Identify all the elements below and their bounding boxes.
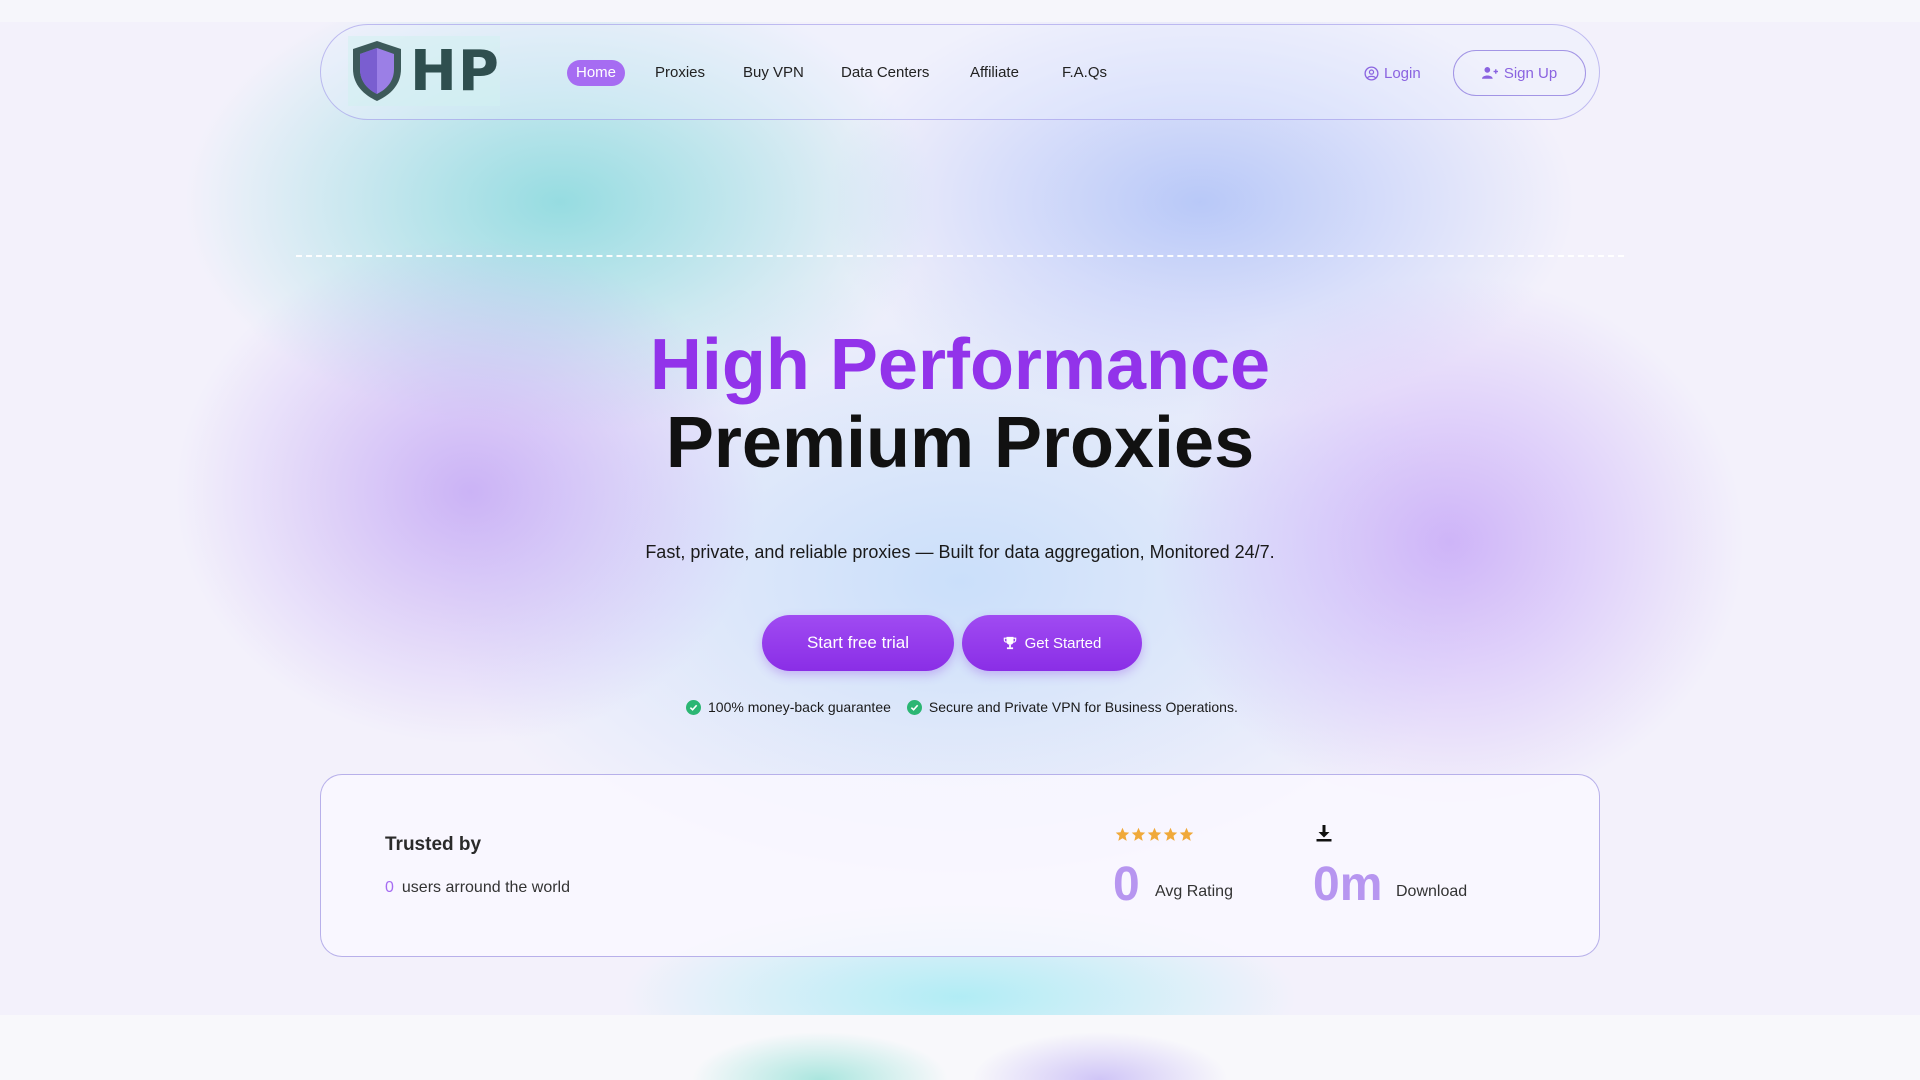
hero-title-line2: Premium Proxies [665,403,1255,483]
downloads-label: Download [1396,883,1468,900]
rating-label: Avg Rating [1155,883,1233,900]
star-icon [1163,827,1178,841]
nav-faqs[interactable]: F.A.Qs [1062,60,1107,86]
login-label: Login [1384,64,1421,82]
login-link[interactable]: Login [1364,61,1421,85]
guarantee-text: Secure and Private VPN for Business Oper… [928,699,1238,715]
hero-subtitle: Fast, private, and reliable proxies — Bu… [645,542,1275,562]
start-free-trial-label: Start free trial [806,633,910,652]
guarantee-item: 100% money-back guarantee [686,699,891,715]
guarantee-item: Secure and Private VPN for Business Oper… [906,699,1238,715]
star-icon [1115,827,1130,841]
bottom-strip [0,1015,1920,1080]
shield-icon [353,41,401,101]
check-circle-icon [906,699,922,715]
get-started-button[interactable]: Get Started [962,615,1142,671]
check-circle-icon [686,699,701,715]
nav-data-centers[interactable]: Data Centers [841,60,929,86]
nav-home[interactable]: Home [567,60,626,86]
users-count: 0 [385,879,394,896]
logo-text: HP [410,38,500,104]
nav-buy-vpn[interactable]: Buy VPN [743,60,804,86]
divider [296,255,1624,257]
nav-proxies[interactable]: Proxies [655,60,705,86]
hero-title-line1: High Performance [649,325,1271,405]
users-label: users arround the world [401,879,570,896]
star-icon [1147,827,1162,841]
logo[interactable]: HP [348,36,500,106]
get-started-label: Get Started [1024,634,1102,652]
guarantee-text: 100% money-back guarantee [708,699,891,715]
guarantee-list: 100% money-back guarantee Secure and Pri… [686,698,1238,716]
download-icon [1316,825,1332,842]
user-plus-icon [1481,67,1498,79]
star-icon [1131,827,1146,841]
start-free-trial-button[interactable]: Start free trial [762,615,954,671]
signup-button[interactable]: Sign Up [1453,50,1586,96]
signup-label: Sign Up [1503,64,1558,82]
trusted-users: 0 users arround the world [385,879,570,897]
trusted-title: Trusted by [385,834,482,855]
rating-stars [1115,827,1194,842]
trophy-icon [1003,636,1016,650]
rating-value: 0 [1113,858,1140,911]
stats-card [320,774,1600,957]
downloads-value: 0m [1313,858,1383,911]
user-circle-icon [1364,65,1379,81]
nav-affiliate[interactable]: Affiliate [970,60,1019,86]
star-icon [1179,827,1194,841]
